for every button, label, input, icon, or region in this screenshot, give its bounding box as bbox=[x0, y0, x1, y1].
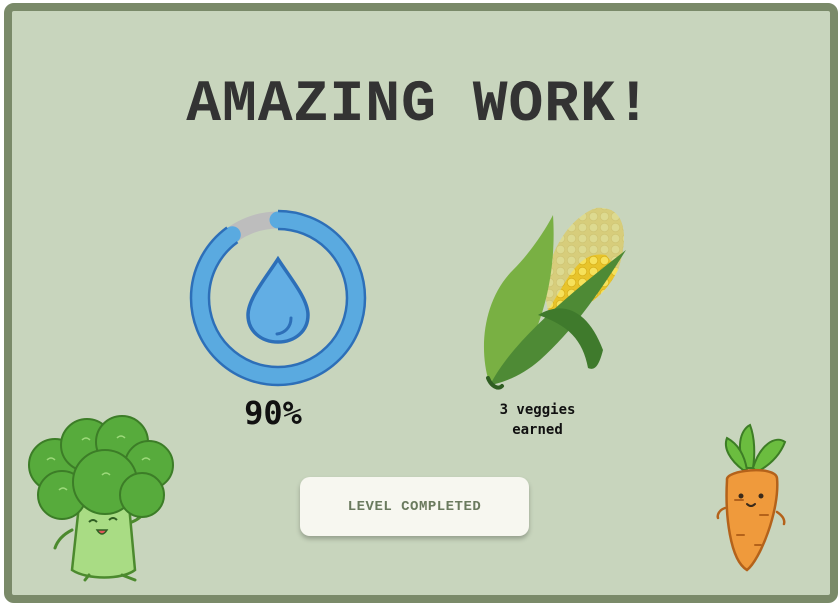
water-drop-icon bbox=[246, 255, 310, 344]
page-title: AMAZING WORK! bbox=[186, 73, 652, 138]
carrot-character bbox=[716, 423, 787, 572]
level-completed-button[interactable]: LEVEL COMPLETED bbox=[300, 477, 529, 536]
corn-icon bbox=[483, 207, 626, 390]
water-percent: 90% bbox=[244, 394, 302, 432]
veggies-earned-text: 3 veggies earned bbox=[470, 400, 605, 440]
veggies-earned-line2: earned bbox=[512, 422, 563, 438]
broccoli-character bbox=[28, 415, 174, 582]
veggies-earned-line1: 3 veggies bbox=[499, 402, 576, 418]
water-progress-ring bbox=[189, 209, 367, 387]
